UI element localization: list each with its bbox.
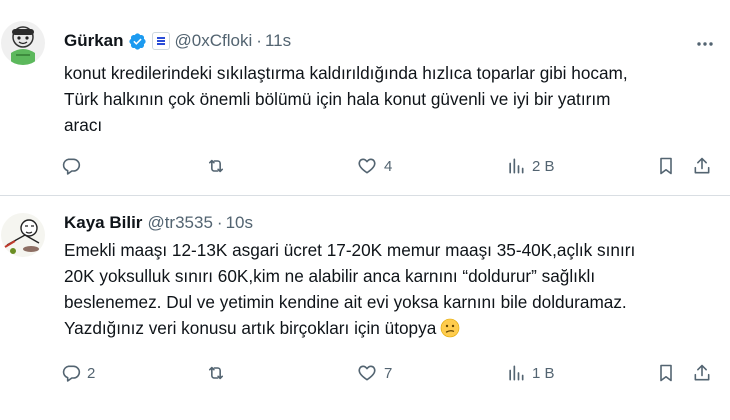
avatar[interactable] (1, 213, 45, 257)
share-button[interactable] (692, 361, 712, 385)
tweet-text-line: beslenemez. Dul ve yetimin kendine ait e… (64, 292, 627, 312)
views-button[interactable]: 2 B (506, 154, 555, 178)
repost-button[interactable] (205, 361, 233, 385)
avatar[interactable] (1, 21, 45, 65)
like-button[interactable]: 4 (356, 154, 392, 178)
repost-icon (208, 159, 224, 173)
tweet-text-line: Emekli maaşı 12-13K asgari ücret 17-20K … (64, 240, 636, 260)
separator-dot: · (216, 213, 223, 232)
tweet-text-line: 20K yoksulluk sınırı 60K,kim ne alabilir… (64, 266, 596, 286)
reply-count: 2 (87, 364, 96, 382)
bookmark-icon (660, 364, 672, 382)
tweet[interactable]: Gürkan @0xCfloki · 11s konut kredilerind… (0, 0, 730, 196)
like-count: 7 (384, 364, 393, 382)
repost-icon (208, 366, 224, 380)
share-button[interactable] (692, 154, 712, 178)
more-icon[interactable] (694, 33, 716, 55)
timestamp[interactable]: 11s (265, 31, 291, 51)
bookmark-button[interactable] (656, 154, 676, 178)
heart-icon (358, 365, 376, 381)
views-button[interactable]: 1 B (506, 361, 555, 385)
timestamp[interactable]: 10s (226, 213, 253, 233)
display-name[interactable]: Gürkan (64, 31, 124, 51)
views-count: 1 B (532, 364, 555, 382)
tweet-text: konut kredilerindeki sıkılaştırma kaldır… (64, 60, 724, 138)
reply-button[interactable] (61, 154, 87, 178)
user-handle[interactable]: @tr3535 (147, 213, 212, 233)
bookmark-icon (660, 157, 672, 175)
affiliate-badge-icon[interactable] (151, 32, 170, 50)
bookmark-button[interactable] (656, 361, 676, 385)
action-bar: 2 7 1 B (0, 361, 730, 385)
separator-dot: · (256, 31, 262, 50)
heart-icon (358, 158, 376, 174)
tweet-header: Kaya Bilir @tr3535 · 10s (64, 211, 253, 235)
reply-button[interactable]: 2 (61, 361, 95, 385)
views-count: 2 B (532, 157, 555, 175)
share-icon (694, 157, 710, 174)
verified-badge-icon[interactable] (128, 32, 147, 51)
like-button[interactable]: 7 (356, 361, 392, 385)
confused-face-icon (440, 318, 460, 338)
tweet-text-line: Türk halkının çok önemli bölümü için hal… (64, 89, 611, 109)
reply-icon (62, 158, 81, 175)
action-bar: 4 2 B (0, 154, 730, 178)
user-handle[interactable]: @0xCfloki (175, 31, 253, 51)
tweet-text-fragment: Yazdığınız veri konusu artık birçokları … (64, 318, 437, 338)
views-icon (509, 365, 524, 381)
display-name[interactable]: Kaya Bilir (64, 213, 142, 233)
views-icon (509, 158, 524, 174)
reply-icon (62, 365, 81, 382)
like-count: 4 (384, 157, 393, 175)
tweet-header: Gürkan @0xCfloki · 11s (64, 29, 291, 53)
share-icon (694, 364, 710, 381)
tweet-text: Emekli maaşı 12-13K asgari ücret 17-20K … (64, 237, 724, 341)
tweet-text-line: Yazdığınız veri konusu artık birçokları … (64, 315, 724, 341)
repost-button[interactable] (205, 154, 233, 178)
tweet-text-line: konut kredilerindeki sıkılaştırma kaldır… (64, 63, 628, 83)
tweet-text-line: aracı (64, 115, 103, 135)
